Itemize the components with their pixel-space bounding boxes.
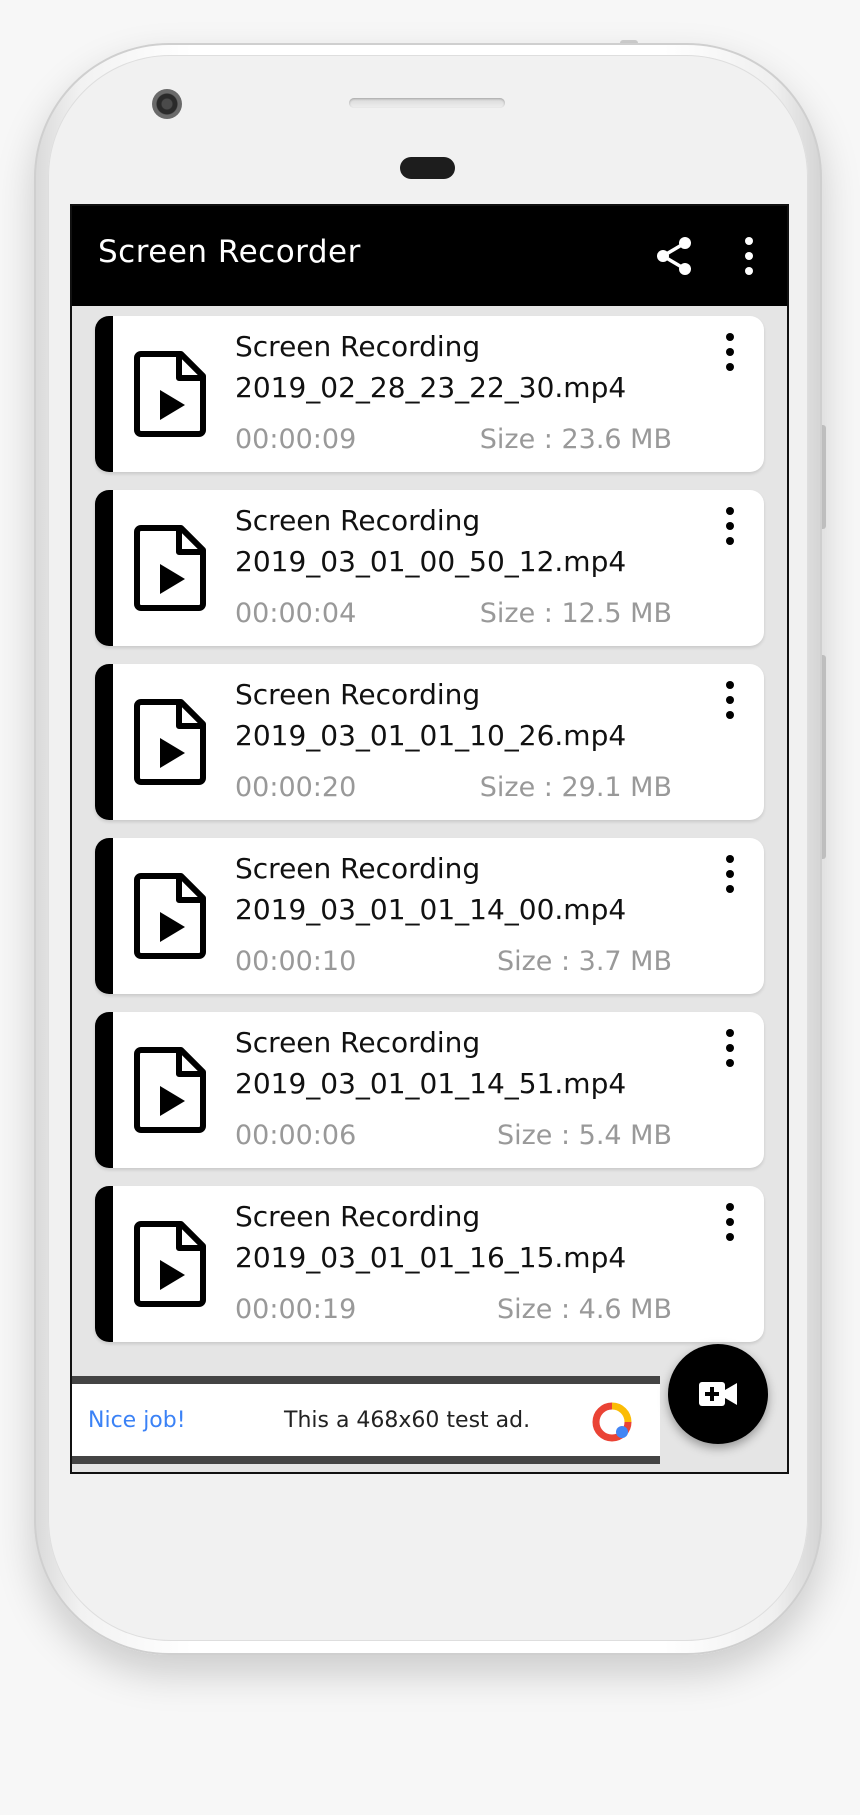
recording-filename: 2019_03_01_01_14_51.mp4 [235, 1067, 627, 1100]
item-more-vert-icon[interactable] [723, 506, 737, 546]
recording-title: Screen Recording [235, 678, 481, 711]
recording-title: Screen Recording [235, 504, 481, 537]
recording-filename: 2019_03_01_01_14_00.mp4 [235, 893, 627, 926]
item-more-vert-icon[interactable] [723, 1202, 737, 1242]
app-screen: Screen Recorder Screen Recording 2019_02… [70, 204, 789, 1474]
recording-duration: 00:00:06 [235, 1120, 357, 1151]
recording-card[interactable]: Screen Recording 2019_02_28_23_22_30.mp4… [95, 316, 764, 472]
front-camera [152, 89, 182, 119]
video-file-icon [134, 525, 206, 611]
recording-title: Screen Recording [235, 1026, 481, 1059]
recording-size: Size : 29.1 MB [479, 772, 672, 803]
recording-title: Screen Recording [235, 330, 481, 363]
add-video-icon [699, 1382, 737, 1406]
app-bar: Screen Recorder [72, 206, 787, 306]
recording-size: Size : 4.6 MB [496, 1294, 672, 1325]
recording-name: Screen Recording 2019_03_01_01_10_26.mp4 [235, 674, 695, 756]
item-more-vert-icon[interactable] [723, 680, 737, 720]
recording-duration: 00:00:20 [235, 772, 357, 803]
recording-size: Size : 5.4 MB [496, 1120, 672, 1151]
recording-filename: 2019_03_01_01_10_26.mp4 [235, 719, 627, 752]
item-more-vert-icon[interactable] [723, 1028, 737, 1068]
ad-logo-icon [592, 1402, 632, 1442]
recording-name: Screen Recording 2019_03_01_01_14_00.mp4 [235, 848, 695, 930]
proximity-sensor [400, 157, 455, 179]
recording-name: Screen Recording 2019_03_01_01_14_51.mp4 [235, 1022, 695, 1104]
item-more-vert-icon[interactable] [723, 854, 737, 894]
recording-name: Screen Recording 2019_03_01_01_16_15.mp4 [235, 1196, 695, 1278]
recording-title: Screen Recording [235, 852, 481, 885]
recording-duration: 00:00:19 [235, 1294, 357, 1325]
recording-filename: 2019_02_28_23_22_30.mp4 [235, 371, 627, 404]
recording-card[interactable]: Screen Recording 2019_03_01_01_14_00.mp4… [95, 838, 764, 994]
more-vert-icon[interactable] [742, 236, 756, 276]
record-fab[interactable] [668, 1344, 768, 1444]
earpiece-speaker [349, 98, 505, 108]
card-accent-bar [95, 490, 113, 646]
recording-card[interactable]: Screen Recording 2019_03_01_01_14_51.mp4… [95, 1012, 764, 1168]
recording-duration: 00:00:10 [235, 946, 357, 977]
video-file-icon [134, 351, 206, 437]
recording-card[interactable]: Screen Recording 2019_03_01_00_50_12.mp4… [95, 490, 764, 646]
recording-name: Screen Recording 2019_03_01_00_50_12.mp4 [235, 500, 695, 582]
card-accent-bar [95, 316, 113, 472]
recording-size: Size : 23.6 MB [479, 424, 672, 455]
video-file-icon [134, 699, 206, 785]
share-icon[interactable] [654, 236, 694, 276]
item-more-vert-icon[interactable] [723, 332, 737, 372]
card-accent-bar [95, 1186, 113, 1342]
video-file-icon [134, 1221, 206, 1307]
recording-duration: 00:00:04 [235, 598, 357, 629]
recording-card[interactable]: Screen Recording 2019_03_01_01_16_15.mp4… [95, 1186, 764, 1342]
card-accent-bar [95, 664, 113, 820]
video-file-icon [134, 873, 206, 959]
recording-name: Screen Recording 2019_02_28_23_22_30.mp4 [235, 326, 695, 408]
device-mockup: Screen Recorder Screen Recording 2019_02… [0, 0, 860, 1815]
card-accent-bar [95, 838, 113, 994]
recording-filename: 2019_03_01_00_50_12.mp4 [235, 545, 627, 578]
video-file-icon [134, 1047, 206, 1133]
test-ad-banner[interactable]: Nice job! This a 468x60 test ad. [72, 1376, 660, 1464]
card-accent-bar [95, 1012, 113, 1168]
recording-size: Size : 12.5 MB [479, 598, 672, 629]
ad-text: This a 468x60 test ad. [284, 1408, 531, 1433]
recording-title: Screen Recording [235, 1200, 481, 1233]
ad-badge: Nice job! [88, 1408, 186, 1433]
app-title: Screen Recorder [98, 234, 361, 270]
recording-size: Size : 3.7 MB [496, 946, 672, 977]
recording-card[interactable]: Screen Recording 2019_03_01_01_10_26.mp4… [95, 664, 764, 820]
recording-duration: 00:00:09 [235, 424, 357, 455]
recording-filename: 2019_03_01_01_16_15.mp4 [235, 1241, 627, 1274]
